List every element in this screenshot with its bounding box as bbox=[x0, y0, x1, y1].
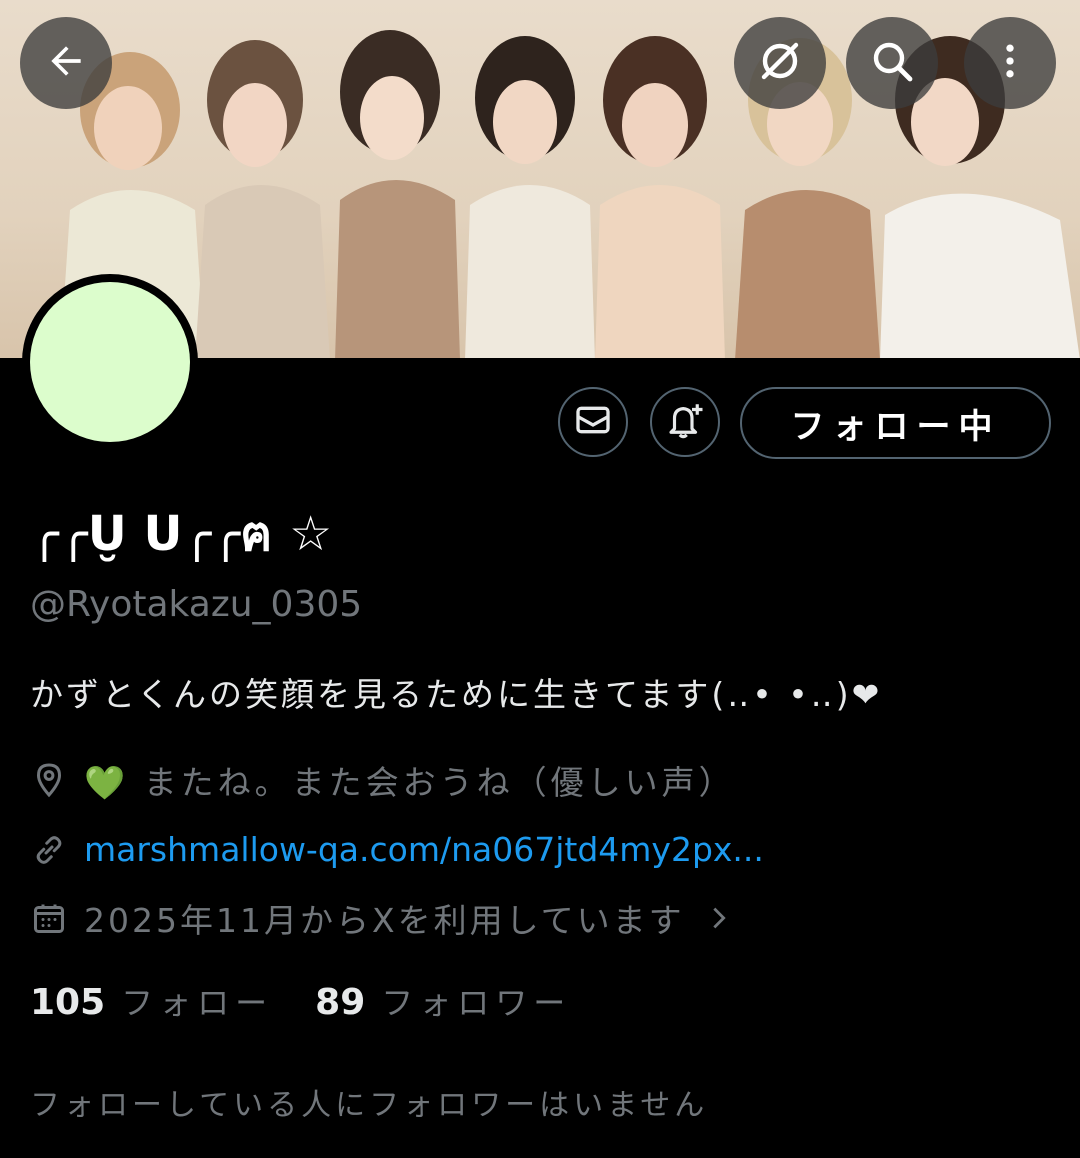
followers-count[interactable]: 89 bbox=[315, 982, 365, 1023]
location-row: 💚 またね。また会おうね（優しい声） bbox=[30, 756, 736, 804]
search-icon bbox=[868, 37, 916, 89]
more-button[interactable] bbox=[964, 17, 1056, 109]
arrow-left-icon bbox=[44, 39, 88, 87]
avatar-image bbox=[30, 282, 190, 442]
location-text: 💚 またね。また会おうね（優しい声） bbox=[84, 763, 736, 802]
location-pin-icon bbox=[30, 761, 68, 799]
following-count[interactable]: 105 bbox=[30, 982, 105, 1023]
more-vertical-icon bbox=[988, 39, 1032, 87]
message-button[interactable] bbox=[558, 387, 628, 457]
mutual-followers-note: フォローしている人にフォロワーはいません bbox=[30, 1088, 709, 1123]
following-label[interactable]: フォロー bbox=[121, 978, 273, 1024]
search-button[interactable] bbox=[846, 17, 938, 109]
display-name: ╭╭U̮ U╭╭ฅ ☆ bbox=[30, 506, 333, 562]
chevron-right-icon bbox=[705, 904, 733, 932]
grok-icon bbox=[756, 37, 804, 89]
profile-bio: かずとくんの笑顔を見るために生きてます(‥• •‥)❤ bbox=[30, 675, 883, 714]
back-button[interactable] bbox=[20, 17, 112, 109]
followers-label[interactable]: フォロワー bbox=[381, 978, 571, 1024]
link-icon bbox=[30, 831, 68, 869]
username-handle: @Ryotakazu_0305 bbox=[30, 584, 363, 625]
follow-stats: 105 フォロー 89 フォロワー bbox=[30, 978, 613, 1024]
envelope-icon bbox=[573, 400, 613, 444]
notify-button[interactable] bbox=[650, 387, 720, 457]
following-button[interactable]: フォロー中 bbox=[740, 387, 1051, 459]
avatar[interactable] bbox=[22, 274, 198, 450]
grok-button[interactable] bbox=[734, 17, 826, 109]
website-link[interactable]: marshmallow-qa.com/na067jtd4my2px... bbox=[84, 830, 764, 869]
calendar-icon bbox=[30, 899, 68, 937]
bell-plus-icon bbox=[664, 399, 706, 445]
joined-row[interactable]: 2025年11月からXを利用しています bbox=[30, 894, 733, 942]
joined-text: 2025年11月からXを利用しています bbox=[84, 901, 685, 940]
website-row: marshmallow-qa.com/na067jtd4my2px... bbox=[30, 830, 764, 869]
